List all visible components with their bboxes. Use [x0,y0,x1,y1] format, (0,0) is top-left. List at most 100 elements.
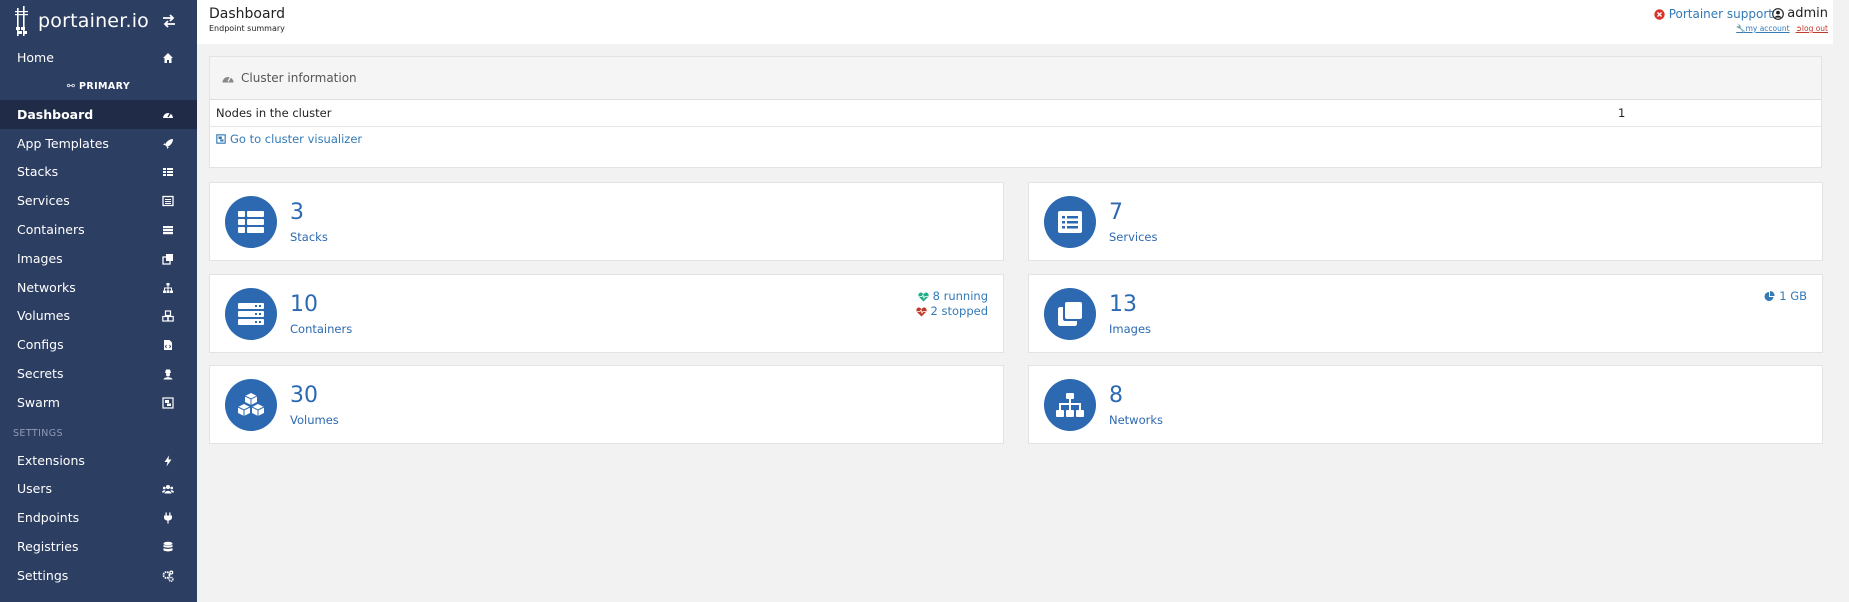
sidebar-item-label: Extensions [17,453,85,468]
home-icon [163,52,173,63]
sidebar-item-label: Swarm [17,395,60,410]
page-subtitle: Endpoint summary [209,24,285,33]
sidebar-item-dashboard[interactable]: Dashboard [0,100,197,129]
visualizer-label: Go to cluster visualizer [230,132,363,146]
stacks-tile[interactable]: 3 Stacks [209,182,1004,261]
heartbeat-icon [915,306,927,316]
pie-chart-icon [1764,291,1775,301]
sitemap-icon [163,282,173,293]
stacks-count: 3 [290,200,304,225]
clone-icon [1058,302,1082,326]
sidebar-item-label: App Templates [17,136,109,151]
volumes-tile[interactable]: 30 Volumes [209,365,1004,444]
cluster-visualizer-link[interactable]: Go to cluster visualizer [216,132,362,146]
sidebar-item-settings[interactable]: Settings [0,561,197,590]
networks-label: Networks [1109,413,1164,427]
cluster-information-panel: Cluster information Nodes in the cluster… [209,56,1822,168]
sidebar-item-networks[interactable]: Networks [0,273,197,302]
images-count: 13 [1109,292,1137,317]
images-size-value: 1 GB [1779,289,1807,303]
sidebar-item-volumes[interactable]: Volumes [0,301,197,330]
sidebar-item-secrets[interactable]: Secrets [0,359,197,388]
networks-tile[interactable]: 8 Networks [1028,365,1823,444]
sidebar-item-containers[interactable]: Containers [0,215,197,244]
networks-count: 8 [1109,383,1123,408]
sidebar-item-label: Home [17,50,54,65]
running-count: 8 running [932,289,988,303]
sidebar-item-label: Secrets [17,366,64,381]
stacks-label: Stacks [290,230,328,244]
my-account-link[interactable]: 🔧my account [1736,24,1789,33]
account-links: 🔧my account ➲log out [1736,24,1828,33]
sidebar-item-swarm[interactable]: Swarm [0,388,197,417]
sidebar-item-users[interactable]: Users [0,474,197,503]
sidebar-item-configs[interactable]: Configs [0,330,197,359]
services-tile[interactable]: 7 Services [1028,182,1823,261]
rocket-icon [163,138,173,149]
log-out-label: log out [1801,24,1828,33]
sidebar-item-endpoints[interactable]: Endpoints [0,503,197,532]
volumes-count: 30 [290,383,318,408]
user-secret-icon [163,369,173,379]
sidebar-item-label: Dashboard [17,107,94,122]
sidebar-item-registries[interactable]: Registries [0,532,197,561]
database-icon [163,541,173,551]
support-label: Portainer support [1668,7,1773,21]
containers-tile[interactable]: 10 Containers 8 running 2 stopped [209,274,1004,353]
sidebar-item-label: Networks [17,280,76,295]
sidebar-item-app-templates[interactable]: App Templates [0,129,197,158]
exchange-icon[interactable] [161,13,177,29]
services-count: 7 [1109,200,1123,225]
brand-name: portainer.io [38,10,150,32]
page-title: Dashboard [209,6,285,22]
list-alt-icon [1058,211,1082,233]
containers-label: Containers [290,322,353,336]
cluster-panel-header: Cluster information [210,57,1821,100]
th-list-icon [163,167,173,176]
sidebar-item-label: Registries [17,539,79,554]
brand[interactable]: portainer.io [0,0,197,42]
cluster-nodes-row: Nodes in the cluster 1 [210,100,1821,127]
sitemap-icon [1056,393,1084,417]
sidebar-item-images[interactable]: Images [0,244,197,273]
heartbeat-icon [918,291,929,301]
sidebar-item-services[interactable]: Services [0,186,197,215]
sidebar-item-label: Containers [17,222,85,237]
running-status: 8 running [916,289,988,304]
sidebar-item-label: Endpoints [17,510,80,525]
images-tile[interactable]: 13 Images 1 GB [1028,274,1823,353]
images-size: 1 GB [1764,289,1807,304]
bolt-icon [164,455,172,466]
images-label: Images [1109,322,1152,336]
clone-icon [162,253,173,265]
volumes-label: Volumes [290,413,339,427]
sidebar-item-label: Configs [17,337,64,352]
support-link[interactable]: Portainer support [1654,7,1773,21]
object-group-icon [216,134,226,144]
endpoint-name: PRIMARY [79,81,131,92]
sidebar-item-home[interactable]: Home [0,43,197,72]
my-account-label: my account [1745,24,1790,33]
user-circle-icon [1772,7,1785,20]
sidebar-item-label: Users [17,481,53,496]
volumes-icon-circle [225,379,277,431]
sidebar-item-stacks[interactable]: Stacks [0,157,197,186]
portainer-logo-icon [15,6,28,36]
networks-icon-circle [1044,379,1096,431]
close-circle-icon [1654,8,1665,20]
plug-icon: ⚯ [66,81,76,92]
user-menu[interactable]: admin [1772,6,1828,21]
tachometer-icon [163,112,173,118]
cluster-panel-title: Cluster information [241,71,357,85]
containers-status: 8 running 2 stopped [915,289,988,319]
stacks-icon-circle [225,196,277,248]
sidebar-item-label: Images [17,251,63,266]
log-out-link[interactable]: ➲log out [1796,24,1828,33]
containers-count: 10 [290,292,318,317]
top-bar: Dashboard Endpoint summary Portainer sup… [197,0,1833,44]
object-group-icon [162,396,174,409]
file-code-icon [164,339,172,350]
sidebar-item-extensions[interactable]: Extensions [0,446,197,475]
list-alt-icon [162,195,174,206]
stopped-status: 2 stopped [915,304,988,319]
